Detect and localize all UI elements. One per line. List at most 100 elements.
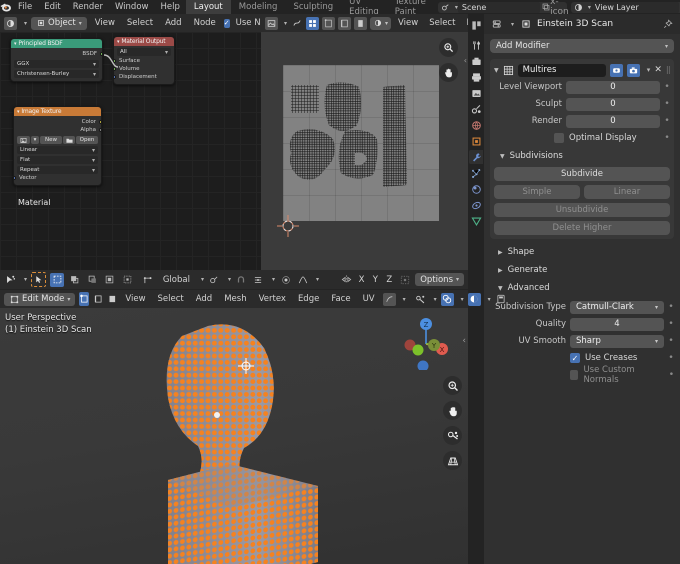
select-mode-new-icon[interactable] — [50, 272, 64, 287]
workspace-tab-sculpting[interactable]: Sculpting — [285, 0, 341, 14]
view-layer-name[interactable]: View Layer — [590, 1, 679, 13]
viewport-menu-vertex[interactable]: Vertex — [255, 294, 290, 304]
node-menu-node[interactable]: Node — [190, 18, 220, 28]
menu-file[interactable]: File — [12, 2, 38, 12]
topology-mirror-icon[interactable] — [398, 273, 411, 286]
animate-property-dot[interactable]: • — [664, 133, 670, 143]
shader-editor-icon[interactable] — [4, 16, 17, 30]
node-menu-select[interactable]: Select — [123, 18, 157, 28]
socket-dot[interactable] — [99, 120, 101, 124]
falloff-icon[interactable] — [296, 273, 309, 286]
animate-property-dot[interactable]: • — [668, 336, 674, 346]
display-in-viewport-icon[interactable] — [609, 63, 623, 77]
properties-tab-output[interactable] — [469, 70, 483, 84]
properties-tab-physics[interactable] — [469, 182, 483, 196]
tool-chevron-icon[interactable]: ▾ — [24, 276, 27, 283]
select-mode-extend-icon[interactable] — [68, 273, 81, 287]
subdivide-button[interactable]: Subdivide — [494, 167, 670, 181]
navigation-gizmo[interactable]: Z X Y — [398, 314, 454, 372]
workspace-tab-modeling[interactable]: Modeling — [231, 0, 286, 14]
move-view-button[interactable] — [439, 63, 458, 82]
viewport-menu-mesh[interactable]: Mesh — [220, 294, 250, 304]
image-view-mode-selector[interactable]: ▾ — [370, 16, 392, 30]
node-collapse-icon[interactable]: ▾ — [14, 41, 17, 47]
delete-higher-button[interactable]: Delete Higher — [494, 221, 670, 235]
properties-tab-object[interactable] — [469, 134, 483, 148]
node-collapse-icon[interactable]: ▾ — [117, 39, 120, 45]
animate-property-dot[interactable]: • — [664, 82, 670, 92]
subdivision-type-dropdown[interactable]: Catmull-Clark ▾ — [570, 300, 664, 314]
socket-dot[interactable] — [114, 59, 116, 63]
subdivisions-section-header[interactable]: ▼ Subdivisions — [494, 149, 670, 163]
properties-editor-icon[interactable] — [490, 18, 503, 31]
workspace-tab-layout[interactable]: Layout — [185, 0, 231, 14]
pivot-chevron-icon[interactable]: ▾ — [228, 276, 231, 283]
node-collapse-icon[interactable]: ▾ — [17, 109, 20, 115]
uv-smooth-dropdown[interactable]: Sharp ▾ — [570, 334, 664, 348]
orientation-chevron-icon[interactable]: ▾ — [201, 276, 204, 283]
unsubdivide-button[interactable]: Unsubdivide — [494, 203, 670, 217]
node-canvas[interactable]: ▾ Principled BSDF BSDF GGX ▾ Christensen-… — [0, 32, 261, 270]
properties-tab-data[interactable] — [469, 214, 483, 228]
render-field[interactable]: 0 — [566, 114, 660, 128]
menu-window[interactable]: Window — [109, 2, 155, 12]
viewport-menu-uv[interactable]: UV — [359, 294, 379, 304]
view-layer-selector[interactable]: ▾ View Layer x-icon — [570, 1, 680, 13]
select-mode-subtract-icon[interactable] — [85, 273, 98, 287]
vertex-select-mode-icon[interactable] — [79, 292, 90, 306]
socket-dot[interactable] — [114, 75, 116, 79]
zoom-view-button[interactable] — [443, 376, 462, 395]
properties-tab-modifiers[interactable] — [469, 150, 483, 164]
proportional-edit-icon[interactable] — [279, 273, 292, 286]
principled-bsdf-node[interactable]: ▾ Principled BSDF BSDF GGX ▾ Christensen-… — [10, 38, 103, 82]
blender-logo-icon[interactable] — [0, 1, 12, 13]
uv-tool-icon[interactable] — [290, 17, 303, 30]
workspace-tab-texture-paint[interactable]: Texture Paint — [387, 0, 434, 17]
properties-tab-particles[interactable] — [469, 166, 483, 180]
properties-tab-scene[interactable] — [469, 102, 483, 116]
node-output-bsdf[interactable]: BSDF — [14, 50, 102, 58]
animate-property-dot[interactable]: • — [668, 353, 674, 363]
overlays-icon[interactable] — [440, 292, 454, 306]
use-nodes-checkbox[interactable]: ✓ — [223, 18, 230, 28]
edge-select-mode-icon[interactable] — [93, 292, 103, 306]
image-menu-view[interactable]: View — [394, 18, 422, 28]
node-header[interactable]: ▾ Principled BSDF — [11, 39, 102, 48]
edge-select-icon[interactable] — [338, 16, 352, 30]
distribution-dropdown[interactable]: GGX ▾ — [14, 60, 99, 68]
generate-section-header[interactable]: ▶ Generate — [492, 263, 674, 277]
animate-property-dot[interactable]: • — [664, 99, 670, 109]
properties-tab-world[interactable] — [469, 118, 483, 132]
material-output-node[interactable]: ▾ Material Output All ▾ Surface Volume Di… — [113, 36, 175, 85]
view-layer-chevron-icon[interactable]: ▾ — [588, 4, 591, 11]
mirror-axis-x[interactable]: X — [357, 275, 367, 285]
viewport-menu-select[interactable]: Select — [154, 294, 188, 304]
shading-solid-icon[interactable] — [467, 292, 481, 306]
new-image-button[interactable]: New — [40, 136, 62, 144]
shader-type-selector[interactable]: Object ▾ — [31, 16, 87, 30]
animate-property-dot[interactable]: • — [664, 116, 670, 126]
snap-chevron-icon[interactable]: ▾ — [272, 276, 275, 283]
mirror-icon[interactable] — [340, 273, 353, 286]
chevron-down-icon[interactable]: ▾ — [647, 66, 651, 74]
move-view-button[interactable] — [443, 401, 462, 420]
properties-tab-view-layer[interactable] — [469, 86, 483, 100]
scene-selector[interactable]: ▾ Scene x-icon — [437, 0, 569, 17]
simple-button[interactable]: Simple — [494, 185, 580, 199]
linear-button[interactable]: Linear — [584, 185, 670, 199]
cursor-tool-icon[interactable] — [4, 273, 17, 286]
zoom-view-button[interactable] — [439, 38, 458, 57]
image-editor-type-chevron-icon[interactable]: ▾ — [284, 20, 287, 27]
workspace-tab-uv-editing[interactable]: UV Editing — [341, 0, 387, 17]
add-modifier-button[interactable]: Add Modifier ▾ — [490, 39, 674, 53]
folder-icon[interactable] — [63, 136, 75, 144]
image-texture-node[interactable]: ▾ Image Texture Color Alpha ▾ New Open L… — [13, 106, 102, 186]
sculpt-field[interactable]: 0 — [566, 97, 660, 111]
viewport-canvas[interactable]: User Perspective (1) Einstein 3D Scan Z … — [0, 308, 468, 564]
mesh-edit-mode-extra-icon[interactable] — [382, 292, 396, 306]
animate-property-dot[interactable]: • — [669, 370, 674, 380]
browse-image-icon[interactable] — [17, 136, 30, 144]
render-icon[interactable] — [626, 63, 640, 77]
pivot-point-icon[interactable] — [208, 273, 221, 286]
node-header[interactable]: ▾ Image Texture — [14, 107, 101, 116]
